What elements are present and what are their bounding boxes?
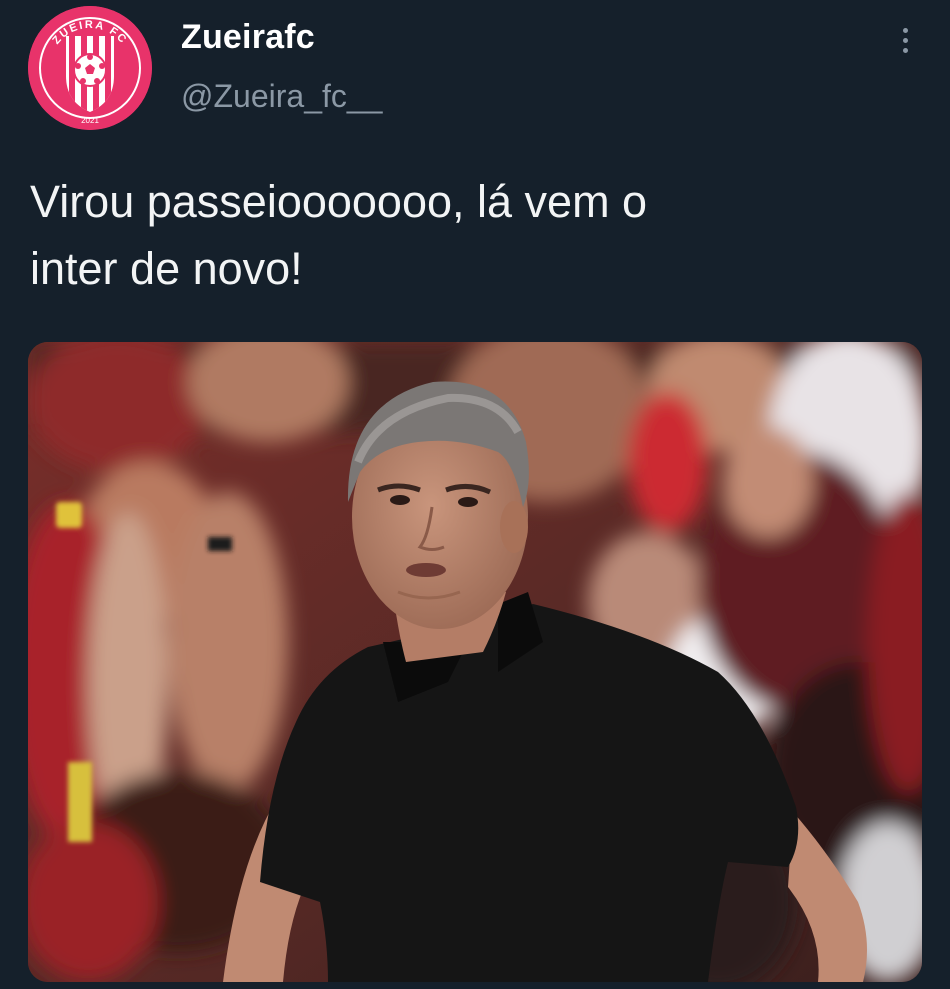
tweet-text: Virou passeiooooooo, lá vem o inter de n… (30, 176, 648, 294)
handle[interactable]: @Zueira_fc__ (181, 78, 382, 115)
more-vertical-icon (902, 27, 908, 33)
more-options-button[interactable] (888, 22, 922, 58)
club-crest-icon: ZUEIRA FC 2021 (28, 6, 152, 130)
crest-year: 2021 (81, 116, 99, 125)
tweet: ZUEIRA FC 2021 Zueirafc @Zueira_fc__ Vir… (0, 0, 950, 989)
photo-coach-in-stadium (28, 342, 922, 982)
tweet-photo[interactable] (28, 342, 922, 982)
avatar[interactable]: ZUEIRA FC 2021 (28, 6, 152, 130)
display-name[interactable]: Zueirafc (181, 18, 315, 57)
